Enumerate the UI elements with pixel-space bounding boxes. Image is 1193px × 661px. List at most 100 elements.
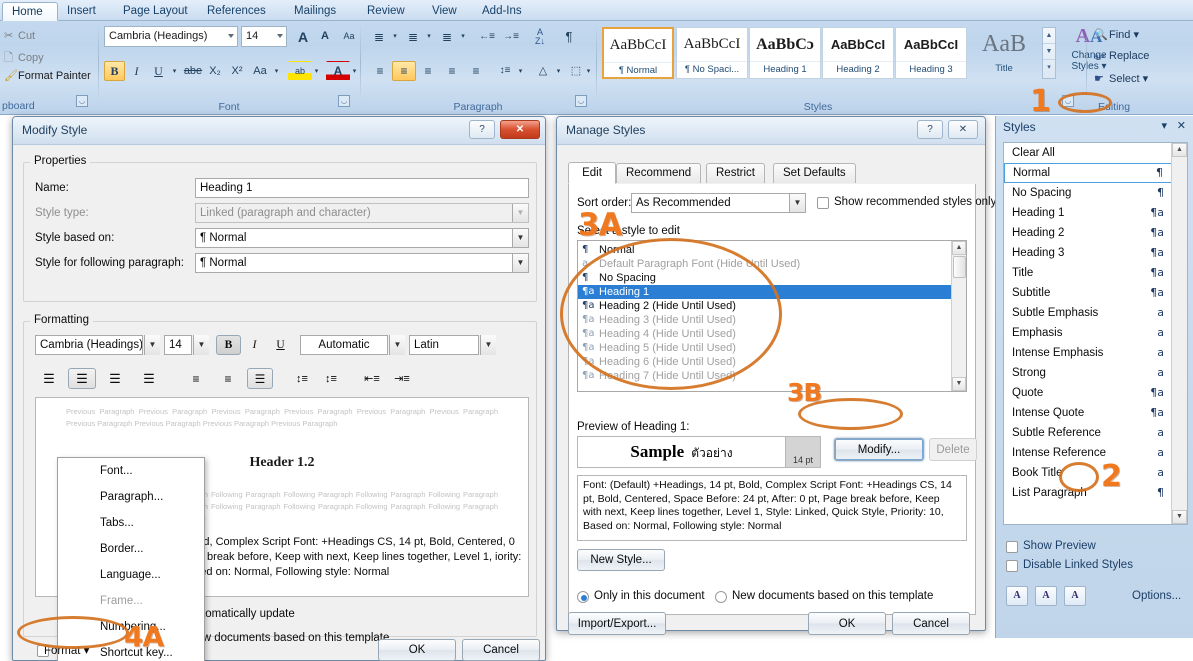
manage-styles-titlebar[interactable]: Manage Styles ? ✕ [557,117,985,145]
subscript-button[interactable]: X₂ [204,61,226,81]
multilevel-list-button[interactable]: ≣ [436,26,458,47]
styles-options-link[interactable]: Options... [1132,590,1181,602]
format-align-left-button[interactable]: ☰ [35,368,63,389]
format-align-right-button[interactable]: ☰ [101,368,129,389]
format-line-spacing-1-5-button[interactable]: ≡ [215,368,241,389]
tab-mailings[interactable]: Mailings [285,2,345,21]
style-item-heading-3[interactable]: Heading 3 ¶a [1004,243,1172,263]
format-font-color-arrow[interactable]: ▼ [389,335,405,355]
copy-button[interactable]: 🗋 Copy [4,49,44,68]
style-item-intense-quote[interactable]: Intense Quote ¶a [1004,403,1172,423]
font-color-dropdown[interactable]: ▾ [350,61,359,81]
multilevel-list-dropdown[interactable]: ▾ [458,26,468,47]
borders-button[interactable]: ⬚ [566,61,586,81]
tab-set-defaults[interactable]: Set Defaults [773,163,856,183]
format-font-size-arrow[interactable]: ▼ [193,335,209,355]
menu-item-border[interactable]: Border... [58,536,204,562]
text-highlight-dropdown[interactable]: ▾ [312,61,321,81]
change-case-dropdown[interactable]: ▾ [272,61,281,81]
format-painter-button[interactable]: 🖌Format Painter [4,69,91,82]
style-inspector-button[interactable]: A [1035,586,1057,606]
only-this-document-radio[interactable] [577,591,589,603]
style-item-subtitle[interactable]: Subtitle ¶a [1004,283,1172,303]
manage-help-button[interactable]: ? [917,120,943,139]
shading-button[interactable]: △ [532,61,554,81]
disable-linked-styles-checkbox[interactable] [1006,560,1018,572]
clipboard-dialog-launcher[interactable]: ◡ [76,95,88,107]
manage-cancel-button[interactable]: Cancel [892,612,970,635]
modify-style-titlebar[interactable]: Modify Style ? ✕ [13,117,545,145]
underline-dropdown[interactable]: ▾ [169,61,180,81]
numbering-dropdown[interactable]: ▾ [424,26,434,47]
scroll-up-icon[interactable]: ▲ [1043,28,1055,44]
manage-styles-pane-button[interactable]: A [1064,586,1086,606]
style-item-subtle-reference[interactable]: Subtle Reference a [1004,423,1172,443]
style-item-clear-all[interactable]: Clear All [1004,143,1172,163]
sort-button[interactable]: A Z↓ [528,26,552,47]
style-following-dropdown-arrow[interactable]: ▼ [512,254,528,272]
sort-order-arrow[interactable]: ▼ [789,194,805,212]
modify-style-button[interactable]: Modify... [834,438,924,461]
shading-dropdown[interactable]: ▾ [554,61,563,81]
format-align-center-button[interactable]: ☰ [68,368,96,389]
more-styles-icon[interactable]: ▾ [1043,60,1055,76]
style-gallery-item-title[interactable]: AaB Title [968,27,1040,79]
font-size-combo[interactable]: 14 [241,26,287,47]
grow-font-button[interactable]: A [292,26,314,47]
style-list-scrollbar[interactable]: ▲ ▼ [951,241,966,391]
chevron-down-icon[interactable]: ▾ [1161,119,1167,132]
style-item-subtle-emphasis[interactable]: Subtle Emphasis a [1004,303,1172,323]
scroll-up-icon[interactable]: ▲ [1172,143,1187,157]
italic-button[interactable]: I [126,61,147,81]
format-space-after-button[interactable]: ↕≡ [318,368,344,389]
styles-pane-scrollbar[interactable]: ▲ ▼ [1171,143,1187,524]
tab-recommend[interactable]: Recommend [616,163,702,183]
style-gallery-item-heading-2[interactable]: AaBbCcI Heading 2 [822,27,894,79]
format-italic-button[interactable]: I [242,335,267,355]
borders-dropdown[interactable]: ▾ [584,61,593,81]
show-recommended-only-checkbox[interactable] [817,197,829,209]
format-increase-indent-button[interactable]: ⇥≡ [389,368,415,389]
style-gallery-item-normal[interactable]: AaBbCcI ¶ Normal [602,27,674,79]
style-following-field[interactable]: ¶ Normal [195,253,529,273]
import-export-button[interactable]: Import/Export... [568,612,666,635]
numbering-button[interactable]: ≣ [402,26,424,47]
tab-references[interactable]: References [198,2,275,21]
new-style-button[interactable]: New Style... [577,549,665,571]
font-dialog-launcher[interactable]: ◡ [338,95,350,107]
increase-indent-button[interactable]: →≡ [499,26,523,47]
decrease-indent-button[interactable]: ←≡ [475,26,499,47]
tab-view[interactable]: View [423,2,466,21]
scroll-up-icon[interactable]: ▲ [952,241,966,255]
tab-home[interactable]: Home [2,2,58,21]
change-case-button[interactable]: Aa [248,61,272,81]
format-justify-button[interactable]: ☰ [135,368,163,389]
shrink-font-button[interactable]: A [314,26,336,47]
new-style-pane-button[interactable]: A [1006,586,1028,606]
style-item-heading-1[interactable]: Heading 1 ¶a [1004,203,1172,223]
format-font-color-field[interactable]: Automatic [300,335,388,355]
show-formatting-marks-button[interactable]: ¶ [557,26,581,47]
cut-button[interactable]: ✂ Cut [4,29,35,42]
align-center-button[interactable]: ≡ [392,61,416,81]
tab-edit[interactable]: Edit [568,162,616,184]
style-item-quote[interactable]: Quote ¶a [1004,383,1172,403]
font-color-button[interactable]: A [326,61,350,81]
manage-ok-button[interactable]: OK [808,612,886,635]
select-button[interactable]: ☛ Select ▾ [1094,72,1148,85]
sort-order-field[interactable]: As Recommended [631,193,806,213]
manage-close-button[interactable]: ✕ [948,120,978,139]
justify-button[interactable]: ≡ [440,61,464,81]
paragraph-dialog-launcher[interactable]: ◡ [575,95,587,107]
style-item-emphasis[interactable]: Emphasis a [1004,323,1172,343]
align-left-button[interactable]: ≡ [368,61,392,81]
distributed-button[interactable]: ≡ [464,61,488,81]
style-item-intense-reference[interactable]: Intense Reference a [1004,443,1172,463]
format-script-field[interactable]: Latin [409,335,479,355]
find-button[interactable]: 🔍Find ▾ [1094,28,1139,41]
style-item-normal[interactable]: Normal ¶ [1004,163,1172,183]
style-item-strong[interactable]: Strong a [1004,363,1172,383]
menu-item-frame[interactable]: Frame... [58,588,204,614]
tab-review[interactable]: Review [358,2,414,21]
close-button[interactable]: ✕ [500,120,540,139]
